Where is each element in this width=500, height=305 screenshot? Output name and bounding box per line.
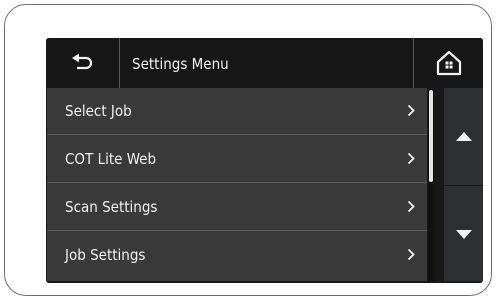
menu-item-label: Job Settings [65,246,146,264]
touch-screen: Settings Menu Select Job COT Lite Web Sc… [46,38,483,283]
menu-item-label: Scan Settings [65,198,158,216]
list-scrollbar[interactable] [428,90,434,281]
device-frame: Settings Menu Select Job COT Lite Web Sc… [4,4,492,296]
menu-item-label: Select Job [65,102,132,120]
chevron-right-icon [407,200,415,213]
triangle-down-icon [455,229,472,239]
menu-item-cot-lite-web[interactable]: COT Lite Web [47,136,427,183]
chevron-right-icon [407,248,415,261]
back-button[interactable] [46,38,120,88]
home-icon [436,50,461,76]
menu-item-scan-settings[interactable]: Scan Settings [47,184,427,231]
triangle-up-icon [455,131,472,141]
chevron-right-icon [407,104,415,117]
return-arrow-icon [71,53,92,70]
scroll-up-button[interactable] [444,88,483,184]
scrollbar-thumb[interactable] [429,90,433,182]
home-button[interactable] [413,38,483,88]
scroll-down-button[interactable] [444,185,483,282]
settings-list: Select Job COT Lite Web Scan Settings Jo… [47,88,427,281]
scroll-button-panel [444,88,483,281]
chevron-right-icon [407,152,415,165]
menu-item-label: COT Lite Web [65,150,157,168]
page-title: Settings Menu [132,55,229,73]
menu-item-select-job[interactable]: Select Job [47,88,427,135]
menu-item-job-settings[interactable]: Job Settings [47,232,427,279]
header-bar: Settings Menu [46,38,483,88]
